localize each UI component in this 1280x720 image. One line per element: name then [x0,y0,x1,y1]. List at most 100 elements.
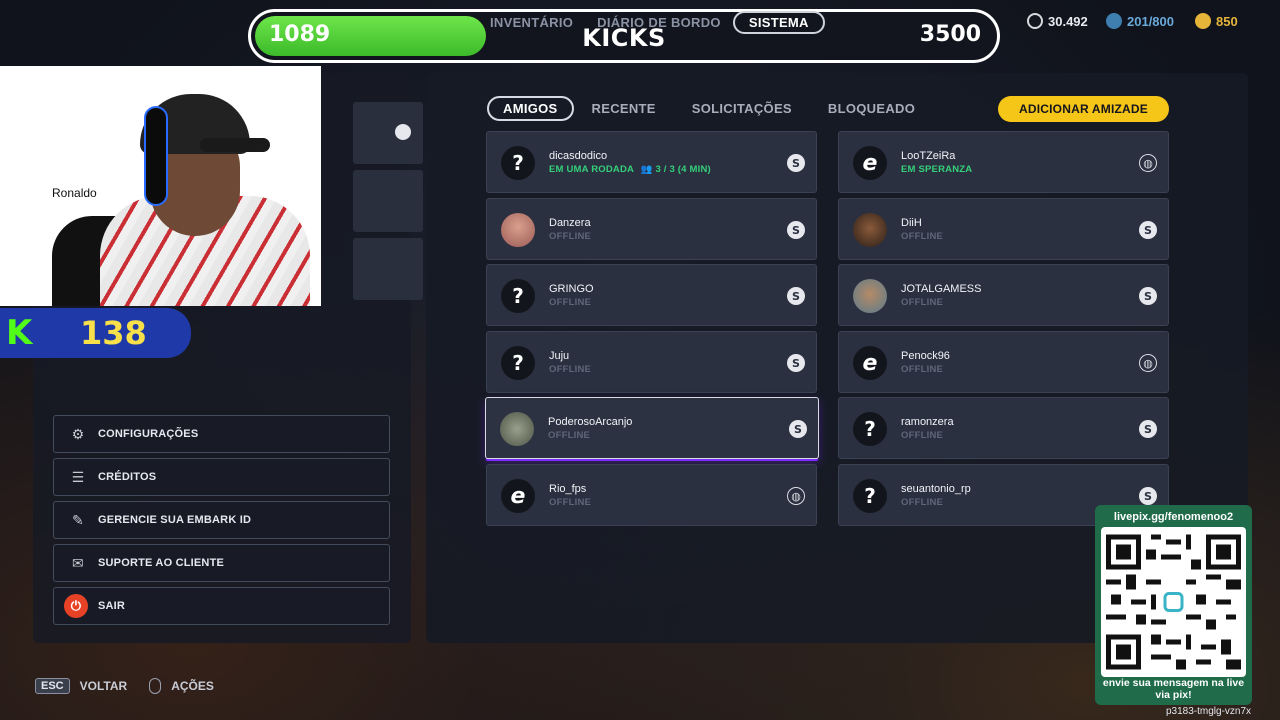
gear-icon: ⚙ [71,425,85,442]
steam-icon: S [787,154,805,172]
livepix-code: p3183-tmglg-vzn7x [1166,706,1252,717]
friend-card[interactable]: Danzera OFFLINE S [486,198,817,260]
friend-status: OFFLINE [901,497,944,508]
friend-status: OFFLINE [901,364,944,375]
system-menu: ⚙ CONFIGURAÇÕES ☰ CRÉDITOS ✎ GERENCIE SU… [53,415,390,630]
friend-status: EM SPERANZA [901,164,973,175]
party-icon: 👥 [640,164,653,175]
menu-embark-id[interactable]: ✎ GERENCIE SUA EMBARK ID [53,501,390,539]
tab-recente[interactable]: RECENTE [576,97,672,120]
coin-icon [1027,13,1043,29]
unknown-avatar-icon: ? [501,146,535,180]
qr-code-icon [1106,534,1241,670]
friend-name: seuantonio_rp [901,483,971,495]
friend-card[interactable]: DiiH OFFLINE S [838,198,1169,260]
add-friend-button[interactable]: ADICIONAR AMIZADE [998,96,1169,122]
friends-tabs: AMIGOS RECENTE SOLICITAÇÕES BLOQUEADO [487,96,935,121]
livepix-message: envie sua mensagem na live via pix! [1102,677,1245,701]
kicks-goal-value: 3500 [919,22,981,47]
friend-card[interactable]: JOTALGAMESS OFFLINE S [838,264,1169,326]
headset-icon [144,106,168,206]
credits-icon: ☰ [71,468,85,485]
steam-icon: S [787,287,805,305]
nav-sistema[interactable]: SISTEMA [732,10,825,34]
kick-count: 138 [80,314,147,352]
esc-key[interactable]: ESC [35,678,70,694]
currency-tokens-value: 201/800 [1127,13,1174,29]
embark-logo-avatar: e [853,346,887,380]
tab-amigos[interactable]: AMIGOS [487,96,574,121]
friend-name: ramonzera [901,416,954,428]
friend-card[interactable]: ? dicasdodico EM UMA RODADA 👥 3 / 3 (4 M… [486,131,817,193]
menu-label: SAIR [98,600,126,612]
unknown-avatar-icon: ? [853,479,887,513]
friend-card-selected[interactable]: PoderosoArcanjo OFFLINE S [485,397,819,459]
friend-name: GRINGO [549,283,594,295]
unknown-avatar-icon: ? [501,346,535,380]
tab-bloqueado[interactable]: BLOQUEADO [812,97,931,120]
currency-coins-value: 30.492 [1048,13,1088,29]
tab-solicitacoes[interactable]: SOLICITAÇÕES [676,97,808,120]
menu-label: SUPORTE AO CLIENTE [98,557,225,569]
qr-code [1101,527,1246,677]
steam-icon: S [789,420,807,438]
embark-icon: ✎ [72,511,84,528]
menu-configuracoes[interactable]: ⚙ CONFIGURAÇÕES [53,415,390,453]
mouse-icon [149,678,162,694]
globe-icon: ◍ [787,487,805,505]
embark-logo-avatar: e [853,146,887,180]
side-tab-3[interactable] [353,238,423,300]
friend-status: OFFLINE [901,430,944,441]
kick-logo-icon: K [6,313,33,353]
back-label[interactable]: VOLTAR [80,679,128,693]
friend-status: OFFLINE [548,430,591,441]
currency-tokens: 201/800 [1106,13,1174,29]
friend-name: Rio_fps [549,483,587,495]
steam-icon: S [787,354,805,372]
embark-logo-avatar: e [501,479,535,513]
friend-name: Juju [549,350,570,362]
friend-status: OFFLINE [549,364,592,375]
friend-name: DiiH [901,217,922,229]
friend-status: OFFLINE [901,297,944,308]
friend-card[interactable]: ? Juju OFFLINE S [486,331,817,393]
menu-label: CONFIGURAÇÕES [98,428,199,440]
top-navigation: INVENTÁRIO DIÁRIO DE BORDO SISTEMA [478,10,825,34]
actions-label[interactable]: AÇÕES [171,679,214,693]
steam-icon: S [1139,221,1157,239]
unknown-avatar-icon: ? [501,279,535,313]
nav-diario-de-bordo[interactable]: DIÁRIO DE BORDO [585,15,733,30]
menu-label: CRÉDITOS [98,471,157,483]
friend-name: Danzera [549,217,591,229]
friend-card[interactable]: ? ramonzera OFFLINE S [838,397,1169,459]
friend-status: EM UMA RODADA 👥 3 / 3 (4 MIN) [549,164,711,175]
avatar [500,412,534,446]
currency-wheat: 850 [1195,13,1238,29]
livepix-url: livepix.gg/fenomenoo2 [1113,511,1234,523]
friend-card[interactable]: e Penock96 OFFLINE ◍ [838,331,1169,393]
avatar [853,213,887,247]
support-icon: ✉ [72,554,84,571]
menu-creditos[interactable]: ☰ CRÉDITOS [53,458,390,496]
side-tab-1[interactable] [353,102,423,164]
menu-sair[interactable]: ⏻ SAIR [53,587,390,625]
token-icon [1106,13,1122,29]
avatar [853,279,887,313]
menu-label: GERENCIE SUA EMBARK ID [98,514,252,526]
friend-name: dicasdodico [549,150,608,162]
friend-status: OFFLINE [549,231,592,242]
globe-icon: ◍ [1139,154,1157,172]
friend-name: Penock96 [901,350,950,362]
friend-card[interactable]: e LooTZeiRa EM SPERANZA ◍ [838,131,1169,193]
friend-name: JOTALGAMESS [901,283,982,295]
currency-wheat-value: 850 [1216,13,1238,29]
friend-card[interactable]: e Rio_fps OFFLINE ◍ [486,464,817,526]
friend-status: OFFLINE [901,231,944,242]
wheat-icon [1195,13,1211,29]
side-tab-2[interactable] [353,170,423,232]
steam-icon: S [787,221,805,239]
menu-suporte[interactable]: ✉ SUPORTE AO CLIENTE [53,544,390,582]
nav-inventario[interactable]: INVENTÁRIO [478,15,585,30]
steam-icon: S [1139,420,1157,438]
friend-card[interactable]: ? GRINGO OFFLINE S [486,264,817,326]
